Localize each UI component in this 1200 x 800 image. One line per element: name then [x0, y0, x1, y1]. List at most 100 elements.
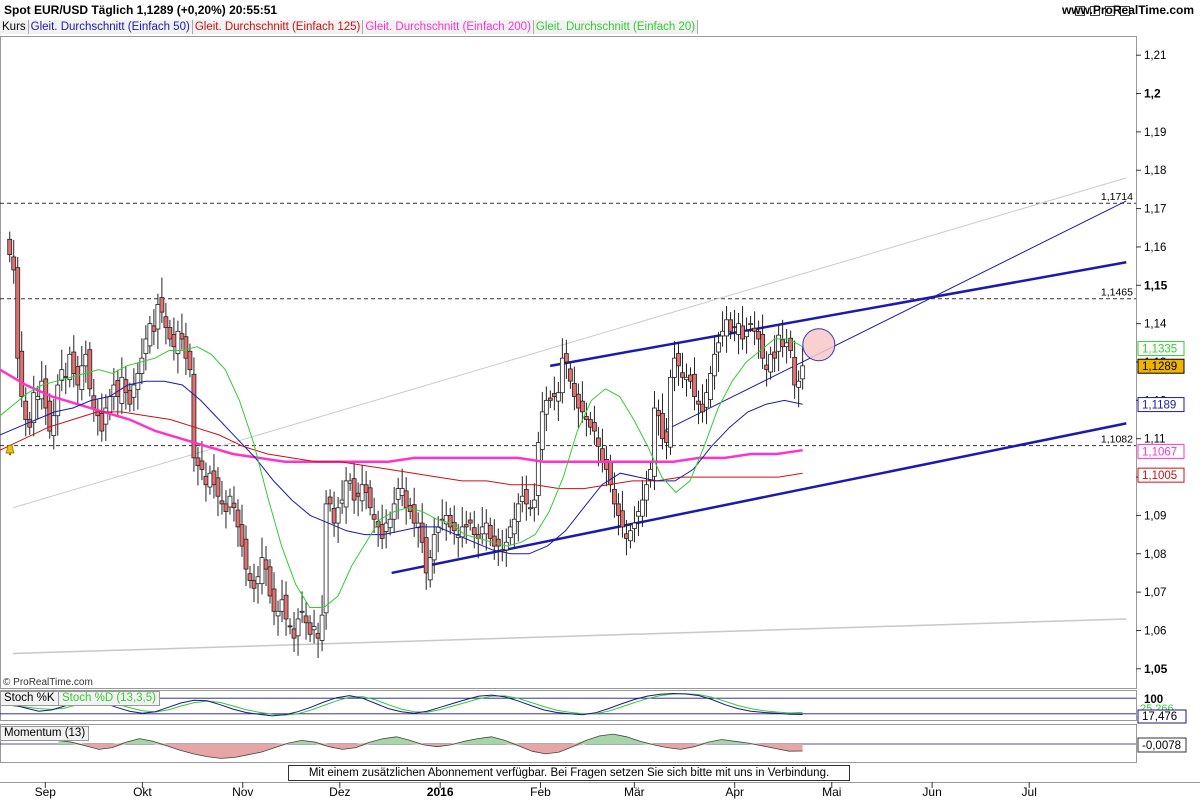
- candle-body: [347, 480, 353, 484]
- candle-body: [780, 339, 786, 348]
- candle-body: [471, 527, 477, 535]
- copyright-text: © ProRealTime.com: [3, 677, 93, 688]
- candle-body: [311, 626, 317, 631]
- candle-body: [91, 395, 97, 409]
- candle-body: [239, 524, 245, 547]
- candle-body: [555, 392, 561, 402]
- candle-body: [139, 357, 145, 374]
- candle-body: [163, 316, 169, 328]
- candle-body: [63, 376, 69, 378]
- candle-body: [579, 400, 585, 413]
- candle-body: [616, 503, 621, 516]
- candle-body: [119, 376, 125, 404]
- candle-body: [399, 488, 405, 496]
- candle-body: [567, 368, 573, 382]
- candle-body: [283, 594, 289, 620]
- candle-body: [596, 437, 601, 447]
- candle-body: [319, 614, 325, 641]
- stoch-panel-frame: [0, 690, 1137, 721]
- candle-body: [515, 503, 521, 522]
- y-tick-label: 1,2: [1144, 87, 1161, 101]
- candle-body: [423, 537, 429, 574]
- candle-body: [499, 549, 505, 552]
- candle-body: [491, 535, 497, 547]
- candle-body: [587, 419, 593, 428]
- candle-body: [87, 349, 93, 390]
- candle-body: [483, 522, 489, 535]
- candle-body: [728, 319, 733, 332]
- candle-body: [115, 380, 121, 397]
- momentum-panel-label: Momentum (13): [0, 726, 90, 741]
- candle-body: [768, 353, 774, 373]
- y-tick-label: 1,19: [1144, 127, 1166, 139]
- horizontal-level-label: 1,1082: [1101, 434, 1133, 446]
- candle-body: [167, 327, 173, 340]
- candle-body: [211, 470, 217, 486]
- candle-body: [583, 416, 589, 420]
- stoch-panel-label: Stoch %K: [0, 691, 59, 706]
- momentum-tag: -0,0078: [1142, 740, 1181, 752]
- x-tick-label: Nov: [232, 785, 253, 799]
- candle-body: [628, 530, 633, 542]
- candle-body: [11, 256, 17, 271]
- candle-body: [608, 462, 613, 486]
- candle-body: [800, 365, 806, 380]
- candle-body: [67, 353, 73, 381]
- stoch-d-label: Stoch %D (13,3,5): [58, 691, 160, 706]
- candle-body: [207, 472, 213, 488]
- candle-body: [327, 496, 333, 505]
- candle-body: [103, 407, 109, 425]
- price-tag-label: 1,1335: [1142, 344, 1177, 356]
- price-tag-label: 1,1067: [1142, 446, 1177, 458]
- candle-body: [732, 326, 737, 329]
- price-chart[interactable]: 1,211,21,191,181,171,161,151,141,131,121…: [0, 0, 1200, 800]
- candle-body: [467, 519, 473, 524]
- candle-body: [71, 351, 77, 374]
- y-tick-label: 1,05: [1144, 662, 1168, 676]
- candle-body: [704, 392, 709, 408]
- candle-body: [307, 622, 313, 635]
- y-tick-label: 1,18: [1144, 165, 1166, 177]
- candle-body: [303, 615, 309, 624]
- candle-body: [219, 500, 225, 505]
- candle-body: [624, 533, 629, 539]
- annotation-circle: [802, 328, 836, 362]
- candle-body: [31, 392, 37, 423]
- x-tick-label: Mär: [624, 785, 645, 799]
- candle-body: [251, 580, 257, 589]
- candle-body: [143, 338, 149, 354]
- candle-body: [511, 518, 517, 535]
- candle-body: [371, 514, 377, 520]
- candle-body: [155, 304, 161, 330]
- candle-body: [183, 336, 189, 359]
- candle-body: [387, 518, 393, 529]
- sma-50-line: [0, 380, 803, 555]
- candle-body: [652, 407, 657, 477]
- candle-body: [688, 374, 693, 382]
- trend-line: [549, 261, 1127, 368]
- candle-body: [531, 499, 537, 509]
- candle-body: [551, 393, 557, 397]
- candle-body: [83, 353, 89, 367]
- candle-body: [700, 403, 705, 413]
- x-tick-label: 2016: [427, 785, 454, 799]
- y-tick-label: 1,07: [1144, 587, 1166, 599]
- y-tick-label: 1,15: [1144, 278, 1168, 292]
- candle-body: [7, 238, 13, 256]
- y-tick-label: 1,17: [1144, 204, 1166, 216]
- alert-bell-icon[interactable]: [4, 444, 16, 456]
- candle-body: [23, 400, 29, 420]
- candle-body: [571, 383, 577, 397]
- price-tag-label: 1,1289: [1142, 361, 1177, 373]
- candle-body: [660, 412, 665, 440]
- candle-body: [39, 380, 45, 400]
- y-tick-label: 1,21: [1144, 50, 1166, 62]
- sma-125-line: [0, 411, 803, 490]
- candle-body: [99, 412, 105, 432]
- candle-body: [644, 484, 649, 501]
- candle-body: [463, 524, 469, 528]
- candle-body: [279, 599, 285, 612]
- candle-body: [648, 468, 653, 481]
- candle-body: [563, 353, 569, 363]
- candle-body: [243, 538, 249, 570]
